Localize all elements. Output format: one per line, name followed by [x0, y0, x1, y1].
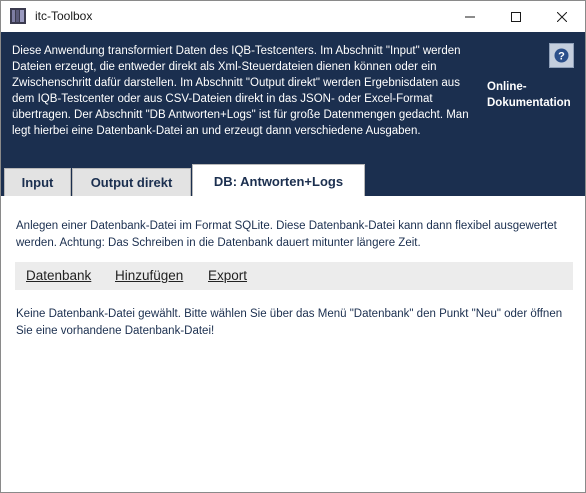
help-button[interactable]: ?: [549, 43, 574, 68]
online-documentation-link[interactable]: Online-Dokumentation: [487, 79, 583, 111]
menu-bar: Datenbank Hinzufügen Export: [15, 262, 573, 290]
menu-export[interactable]: Export: [208, 268, 247, 283]
app-icon: [10, 8, 26, 24]
tab-content: Anlegen einer Datenbank-Datei im Format …: [1, 196, 585, 492]
close-button[interactable]: [539, 1, 585, 32]
window-title: itc-Toolbox: [35, 9, 93, 23]
app-window: itc-Toolbox Diese Anwendung transformier…: [0, 0, 586, 493]
title-bar[interactable]: itc-Toolbox: [1, 1, 585, 32]
menu-datenbank[interactable]: Datenbank: [26, 268, 91, 283]
help-question-icon: ?: [554, 48, 569, 63]
close-icon: [557, 11, 567, 22]
maximize-button[interactable]: [493, 1, 539, 32]
svg-text:?: ?: [558, 50, 565, 62]
tab-description: Anlegen einer Datenbank-Datei im Format …: [16, 220, 557, 249]
app-description: Diese Anwendung transformiert Daten des …: [12, 45, 469, 138]
minimize-button[interactable]: [447, 1, 493, 32]
tab-bar: Input Output direkt DB: Antworten+Logs: [1, 162, 585, 197]
minimize-icon: [465, 16, 475, 17]
maximize-icon: [511, 11, 521, 22]
info-header: Diese Anwendung transformiert Daten des …: [1, 32, 585, 162]
tab-input[interactable]: Input: [4, 168, 71, 196]
tab-db-antworten-logs[interactable]: DB: Antworten+Logs: [192, 164, 365, 197]
menu-hinzufuegen[interactable]: Hinzufügen: [115, 268, 183, 283]
tab-output-direkt[interactable]: Output direkt: [72, 168, 191, 196]
empty-state-message: Keine Datenbank-Datei gewählt. Bitte wäh…: [16, 308, 563, 337]
